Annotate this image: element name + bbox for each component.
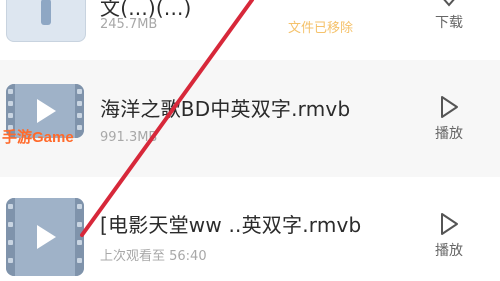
status-badge: 文件已移除 <box>288 21 354 36</box>
play-label: 播放 <box>435 126 463 142</box>
list-item[interactable]: 文(...)(...) 245.7MB 文件已移除 下载 <box>0 0 500 60</box>
play-icon <box>441 96 458 118</box>
download-list: 文(...)(...) 245.7MB 文件已移除 下载 海洋之歌BD中英双字.… <box>0 0 500 281</box>
watermark: 手游Game <box>2 129 74 146</box>
file-size: 245.7MB <box>100 17 158 32</box>
list-item[interactable]: 海洋之歌BD中英双字.rmvb 991.3MB 播放 <box>0 60 500 177</box>
play-button[interactable]: 播放 <box>420 212 478 260</box>
download-button[interactable]: 下载 <box>420 0 478 32</box>
file-size: 991.3MB <box>100 130 158 145</box>
file-title: [电影天堂ww ..英双字.rmvb <box>100 213 362 237</box>
download-label: 下载 <box>435 15 463 31</box>
zip-file-icon <box>6 0 86 42</box>
play-icon <box>441 213 458 235</box>
last-watched: 上次观看至 56:40 <box>100 249 207 264</box>
play-button[interactable]: 播放 <box>420 95 478 143</box>
play-label: 播放 <box>435 243 463 259</box>
download-icon <box>443 0 455 7</box>
video-file-icon <box>6 198 84 276</box>
list-item[interactable]: [电影天堂ww ..英双字.rmvb 上次观看至 56:40 播放 <box>0 177 500 281</box>
file-title: 海洋之歌BD中英双字.rmvb <box>100 97 351 121</box>
